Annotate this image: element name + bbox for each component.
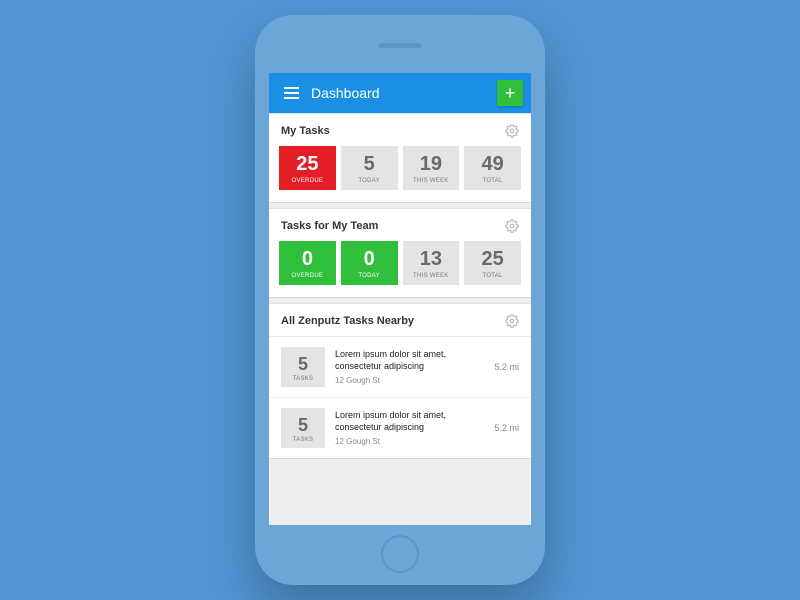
stat-tile-overdue[interactable]: 0 OVERDUE xyxy=(279,241,336,285)
stats-row: 25 OVERDUE 5 TODAY 19 THIS WEEK 49 TOTAL xyxy=(269,146,531,202)
stat-value: 49 xyxy=(466,154,519,174)
list-item[interactable]: 5 TASKS Lorem ipsum dolor sit amet, consec… xyxy=(269,336,531,397)
list-item-distance: 5.2 mi xyxy=(494,423,519,433)
stat-label: TODAY xyxy=(343,273,396,279)
app-screen: Dashboard + My Tasks 25 OVERDUE 5 TODAY 19 TH… xyxy=(269,73,531,525)
stat-value: 25 xyxy=(281,154,334,174)
team-tasks-card: Tasks for My Team 0 OVERDUE 0 TODAY 13 THIS W… xyxy=(269,208,531,298)
stat-tile-total[interactable]: 49 TOTAL xyxy=(464,146,521,190)
stat-label: OVERDUE xyxy=(281,273,334,279)
page-title: Dashboard xyxy=(311,85,497,101)
stats-row: 0 OVERDUE 0 TODAY 13 THIS WEEK 25 TOTAL xyxy=(269,241,531,297)
stat-value: 5 xyxy=(343,154,396,174)
gear-icon[interactable] xyxy=(505,314,519,328)
card-title: Tasks for My Team xyxy=(281,220,378,232)
content-scroll[interactable]: My Tasks 25 OVERDUE 5 TODAY 19 THIS WEEK 49 TOT… xyxy=(269,113,531,525)
list-item-info: Lorem ipsum dolor sit amet, consectetur … xyxy=(335,410,484,445)
phone-speaker xyxy=(378,43,422,48)
stat-value: 19 xyxy=(405,154,458,174)
stat-value: 0 xyxy=(281,249,334,269)
stat-tile-this-week[interactable]: 13 THIS WEEK xyxy=(403,241,460,285)
stat-label: TOTAL xyxy=(466,178,519,184)
stat-label: TOTAL xyxy=(466,273,519,279)
plus-icon: + xyxy=(505,84,516,102)
nearby-list: 5 TASKS Lorem ipsum dolor sit amet, consec… xyxy=(269,336,531,458)
card-header: My Tasks xyxy=(269,114,531,146)
card-title: All Zenputz Tasks Nearby xyxy=(281,315,414,327)
list-item-address: 12 Gough St xyxy=(335,437,484,446)
gear-icon[interactable] xyxy=(505,219,519,233)
card-header: All Zenputz Tasks Nearby xyxy=(269,304,531,336)
list-item-desc: Lorem ipsum dolor sit amet, consectetur … xyxy=(335,410,484,433)
gear-icon[interactable] xyxy=(505,124,519,138)
task-count: 5 xyxy=(283,416,323,434)
list-item-desc: Lorem ipsum dolor sit amet, consectetur … xyxy=(335,349,484,372)
task-count-label: TASKS xyxy=(283,376,323,382)
stat-label: THIS WEEK xyxy=(405,178,458,184)
menu-icon[interactable] xyxy=(277,79,305,107)
card-header: Tasks for My Team xyxy=(269,209,531,241)
phone-frame: Dashboard + My Tasks 25 OVERDUE 5 TODAY 19 TH… xyxy=(255,15,545,585)
app-bar: Dashboard + xyxy=(269,73,531,113)
nearby-tasks-card: All Zenputz Tasks Nearby 5 TASKS Lorem ips… xyxy=(269,303,531,459)
stat-tile-overdue[interactable]: 25 OVERDUE xyxy=(279,146,336,190)
my-tasks-card: My Tasks 25 OVERDUE 5 TODAY 19 THIS WEEK 49 TOT… xyxy=(269,113,531,203)
stat-tile-this-week[interactable]: 19 THIS WEEK xyxy=(403,146,460,190)
task-count: 5 xyxy=(283,355,323,373)
stat-value: 0 xyxy=(343,249,396,269)
stat-tile-total[interactable]: 25 TOTAL xyxy=(464,241,521,285)
stat-value: 25 xyxy=(466,249,519,269)
task-count-tile: 5 TASKS xyxy=(281,408,325,448)
list-item-info: Lorem ipsum dolor sit amet, consectetur … xyxy=(335,349,484,384)
task-count-tile: 5 TASKS xyxy=(281,347,325,387)
list-item[interactable]: 5 TASKS Lorem ipsum dolor sit amet, consec… xyxy=(269,397,531,458)
stat-value: 13 xyxy=(405,249,458,269)
task-count-label: TASKS xyxy=(283,437,323,443)
stat-label: OVERDUE xyxy=(281,178,334,184)
add-button[interactable]: + xyxy=(497,80,523,106)
phone-home-button xyxy=(381,535,419,573)
stat-label: THIS WEEK xyxy=(405,273,458,279)
list-item-address: 12 Gough St xyxy=(335,376,484,385)
stat-label: TODAY xyxy=(343,178,396,184)
stat-tile-today[interactable]: 5 TODAY xyxy=(341,146,398,190)
list-item-distance: 5.2 mi xyxy=(494,362,519,372)
card-title: My Tasks xyxy=(281,125,330,137)
stat-tile-today[interactable]: 0 TODAY xyxy=(341,241,398,285)
